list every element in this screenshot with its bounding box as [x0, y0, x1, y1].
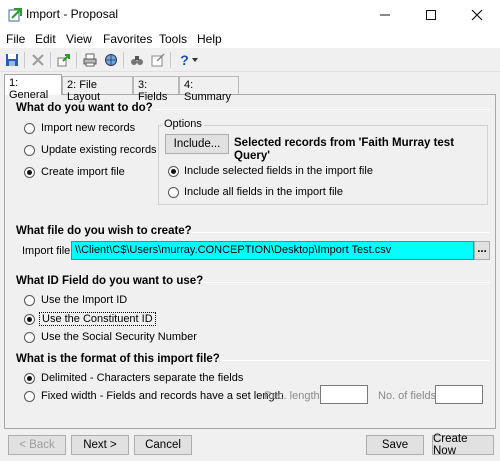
- toolbar-separator: [50, 52, 51, 68]
- toolbar-separator: [24, 52, 25, 68]
- tab-file-layout[interactable]: 2: File Layout: [62, 76, 133, 103]
- radio-use-import-id[interactable]: [24, 295, 35, 306]
- properties-toolbar-button[interactable]: [149, 51, 167, 69]
- create-import-file-label: Create import file: [41, 166, 125, 178]
- radio-use-constituent-id[interactable]: [24, 314, 35, 325]
- menu-edit[interactable]: Edit: [35, 32, 56, 46]
- dropdown-arrow-icon: [191, 58, 198, 62]
- radio-update-existing-records[interactable]: [24, 145, 35, 156]
- save-toolbar-button[interactable]: [3, 51, 21, 69]
- tab-general[interactable]: 1: General: [4, 74, 62, 101]
- delimited-label: Delimited - Characters separate the fiel…: [41, 372, 244, 384]
- import-app-icon: [8, 8, 22, 22]
- minimize-icon: [380, 14, 390, 16]
- radio-include-all-fields[interactable]: [168, 187, 179, 198]
- toolbar-separator: [76, 52, 77, 68]
- maximize-icon: [426, 10, 436, 20]
- browse-file-button[interactable]: ...: [474, 241, 490, 260]
- section-divider: [220, 360, 490, 361]
- options-legend: Options: [162, 118, 204, 130]
- radio-import-new-records[interactable]: [24, 123, 35, 134]
- use-import-id-label: Use the Import ID: [41, 294, 128, 306]
- create-now-button[interactable]: Create Now: [432, 433, 494, 457]
- toolbar: ?: [0, 48, 500, 72]
- maximize-button[interactable]: [408, 0, 454, 30]
- section-heading-todo: What do you want to do?: [16, 102, 153, 114]
- cancel-button[interactable]: Cancel: [134, 435, 192, 455]
- close-icon: [471, 9, 483, 21]
- find-toolbar-button[interactable]: [128, 51, 146, 69]
- radio-fixed-width[interactable]: [24, 391, 35, 402]
- section-divider: [202, 282, 490, 283]
- section-heading-format: What is the format of this import file?: [16, 353, 220, 365]
- radio-delimited[interactable]: [24, 373, 35, 384]
- import-file-path-input[interactable]: \\Client\C$\Users\murray.CONCEPTION\Desk…: [71, 241, 474, 260]
- menu-tools[interactable]: Tools: [159, 32, 187, 46]
- toolbar-separator: [123, 52, 124, 68]
- back-button[interactable]: < Back: [8, 435, 66, 455]
- binoculars-icon: [131, 56, 143, 65]
- printer-icon: [83, 53, 97, 67]
- section-heading-file: What file do you wish to create?: [16, 225, 192, 237]
- floppy-disk-icon: [6, 54, 18, 66]
- import-new-records-label: Import new records: [41, 122, 136, 134]
- globe-preview-icon: [105, 54, 117, 66]
- menu-file[interactable]: File: [6, 32, 25, 46]
- import-file-label: Import file:: [22, 245, 74, 257]
- selected-records-text: Selected records from 'Faith Murray test…: [234, 137, 455, 162]
- use-constituent-id-label: Use the Constituent ID: [39, 312, 156, 326]
- radio-create-import-file[interactable]: [24, 167, 35, 178]
- menu-favorites[interactable]: Favorites: [103, 32, 152, 46]
- properties-icon: [151, 53, 165, 67]
- delete-x-icon: [32, 54, 44, 66]
- include-button[interactable]: Include...: [165, 134, 229, 154]
- toolbar-separator: [170, 52, 171, 68]
- section-heading-id: What ID Field do you want to use?: [16, 275, 204, 287]
- include-all-fields-label: Include all fields in the import file: [184, 186, 343, 198]
- print-toolbar-button[interactable]: [81, 51, 99, 69]
- update-existing-records-label: Update existing records: [41, 144, 157, 156]
- section-divider: [154, 109, 490, 110]
- radio-use-ssn[interactable]: [24, 332, 35, 343]
- title-bar: Import - Proposal: [0, 0, 500, 30]
- use-ssn-label: Use the Social Security Number: [41, 331, 197, 343]
- minimize-button[interactable]: [362, 0, 408, 30]
- menu-help[interactable]: Help: [197, 32, 222, 46]
- import-arrow-icon: [57, 54, 70, 67]
- print-preview-toolbar-button[interactable]: [102, 51, 120, 69]
- import-toolbar-button[interactable]: [55, 51, 73, 69]
- window-title: Import - Proposal: [26, 7, 119, 21]
- next-button[interactable]: Next >: [71, 435, 129, 455]
- help-toolbar-button[interactable]: ?: [175, 51, 203, 69]
- rec-length-input[interactable]: [320, 385, 368, 404]
- save-button[interactable]: Save: [366, 435, 424, 455]
- fixed-width-label: Fixed width - Fields and records have a …: [41, 390, 284, 402]
- help-question-icon: ?: [180, 52, 189, 68]
- num-fields-input[interactable]: [435, 385, 483, 404]
- include-selected-fields-label: Include selected fields in the import fi…: [184, 165, 373, 177]
- menu-bar: File Edit View Favorites Tools Help: [0, 30, 500, 48]
- tab-summary[interactable]: 4: Summary: [179, 76, 239, 103]
- menu-view[interactable]: View: [66, 32, 92, 46]
- radio-include-selected-fields[interactable]: [168, 166, 179, 177]
- delete-toolbar-button[interactable]: [29, 51, 47, 69]
- rec-length-label: Rec. length:: [264, 390, 323, 402]
- section-divider: [192, 232, 490, 233]
- tab-fields[interactable]: 3: Fields: [133, 76, 179, 103]
- num-fields-label: No. of fields:: [378, 390, 440, 402]
- close-window-button[interactable]: [454, 0, 500, 30]
